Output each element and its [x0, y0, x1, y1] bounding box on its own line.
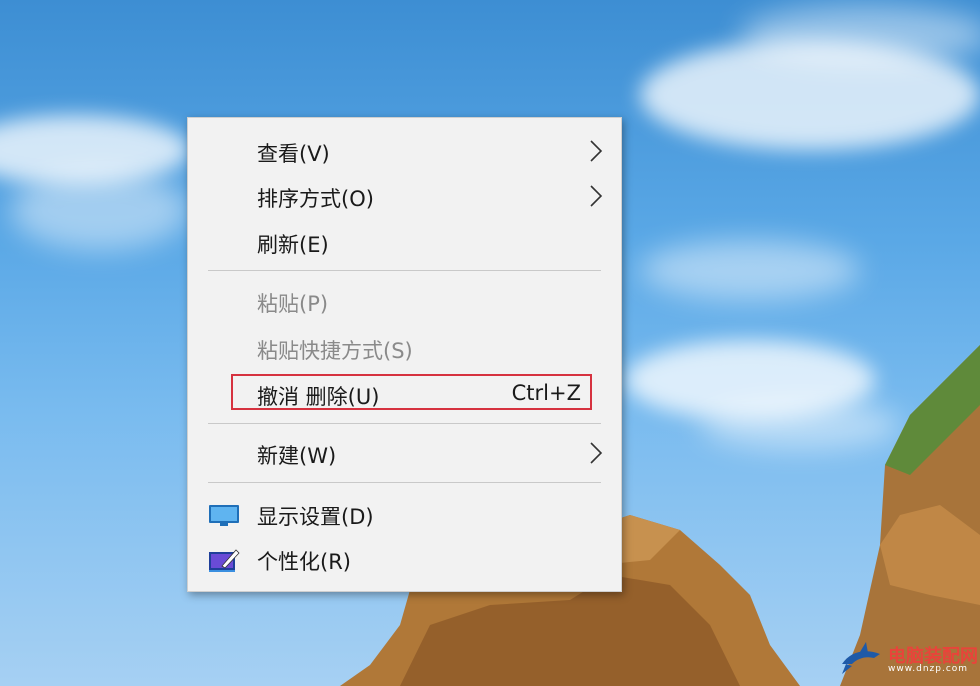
menu-item-label: 查看(V) [257, 142, 330, 166]
chevron-right-icon [590, 185, 603, 207]
menu-item-label: 个性化(R) [257, 550, 351, 574]
chevron-right-icon [590, 442, 603, 464]
menu-item-paste-shortcut: 粘贴快捷方式(S) [188, 327, 621, 369]
menu-item-label: 显示设置(D) [257, 505, 374, 529]
menu-item-label: 粘贴(P) [257, 292, 329, 316]
menu-item-label: 粘贴快捷方式(S) [257, 339, 413, 363]
menu-item-label: 排序方式(O) [257, 187, 374, 211]
menu-item-personalize[interactable]: 个性化(R) [188, 538, 621, 580]
cloud [640, 240, 860, 300]
menu-separator [208, 270, 601, 271]
desktop-context-menu: 查看(V) 排序方式(O) 刷新(E) 粘贴(P) 粘贴快捷方式(S) 撤消 删… [187, 117, 622, 592]
menu-item-label: 刷新(E) [257, 233, 329, 257]
menu-item-sort-by[interactable]: 排序方式(O) [188, 175, 621, 217]
personalize-icon [209, 549, 240, 572]
menu-item-paste: 粘贴(P) [188, 280, 621, 322]
menu-separator [208, 482, 601, 483]
menu-item-display-settings[interactable]: 显示设置(D) [188, 493, 621, 535]
watermark-logo: 电脑装配网 www.dnzp.com [840, 640, 978, 678]
menu-item-refresh[interactable]: 刷新(E) [188, 221, 621, 263]
chevron-right-icon [590, 140, 603, 162]
cloud [740, 5, 980, 65]
display-icon [209, 505, 239, 526]
highlight-box [231, 374, 592, 410]
watermark-url: www.dnzp.com [888, 664, 969, 674]
cloud [10, 170, 190, 250]
shark-logo-icon [842, 642, 880, 674]
cliff [840, 345, 980, 686]
menu-item-new[interactable]: 新建(W) [188, 432, 621, 474]
menu-item-label: 新建(W) [257, 444, 337, 468]
menu-separator [208, 423, 601, 424]
menu-item-view[interactable]: 查看(V) [188, 130, 621, 172]
